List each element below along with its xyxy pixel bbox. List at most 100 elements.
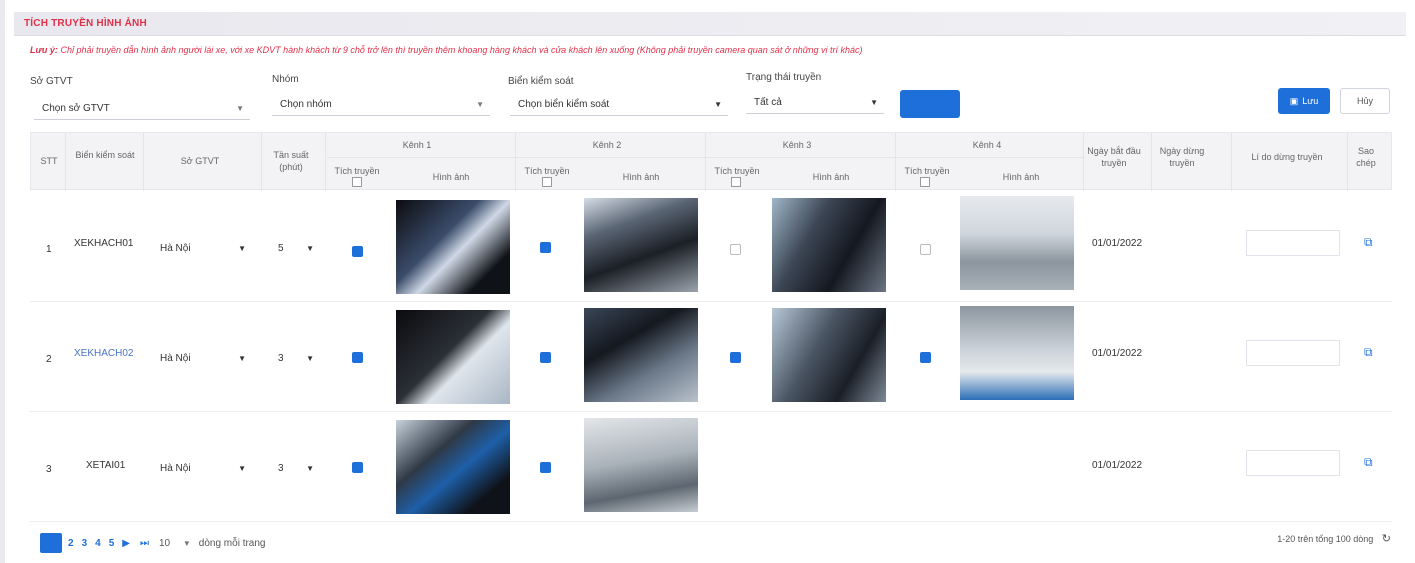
chevron-down-icon: ▼	[306, 354, 314, 363]
department-filter-label: Sở GTVT	[30, 76, 73, 87]
note-text: Chỉ phải truyền dẫn hình ảnh người lái x…	[60, 45, 863, 55]
header-transmit-3: Tích truyền	[714, 166, 760, 176]
header-channel-1: Kênh 1	[402, 140, 432, 150]
page-size-value: 10	[158, 537, 171, 549]
summary-text: 1-20 trên tổng 100 dòng	[1277, 534, 1374, 544]
page-size-label: dòng mỗi trang	[198, 537, 266, 549]
channel-2-checkbox[interactable]	[540, 242, 551, 253]
refresh-icon[interactable]: ↻	[1382, 533, 1391, 545]
channel-1-checkbox[interactable]	[352, 462, 363, 473]
last-page-icon[interactable]: ⏭	[140, 538, 149, 549]
channel-3-image[interactable]	[772, 308, 886, 402]
channel-1-checkbox[interactable]	[352, 246, 363, 257]
channel-1-image[interactable]	[396, 310, 510, 404]
page-size-select[interactable]: 10 ▼	[159, 538, 191, 549]
header-frequency: Tần suất (phút)	[273, 150, 309, 172]
row-frequency-value: 3	[278, 353, 284, 364]
row-plate: XETAI01	[86, 460, 126, 471]
channel-2-checkbox[interactable]	[540, 462, 551, 473]
reason-input[interactable]	[1246, 230, 1340, 256]
page-button[interactable]: 5	[109, 538, 115, 549]
row-frequency-value: 3	[278, 463, 284, 474]
header-transmit-1: Tích truyền	[334, 166, 380, 176]
channel-3-image[interactable]	[772, 198, 886, 292]
row-department-select[interactable]: Hà Nội ▼	[152, 238, 252, 260]
header-image-4: Hình ảnh	[1002, 172, 1040, 182]
chevron-down-icon: ▼	[238, 244, 246, 253]
channel-2-image[interactable]	[584, 308, 698, 402]
chevron-down-icon: ▼	[714, 100, 722, 109]
row-department-select[interactable]: Hà Nội ▼	[152, 458, 252, 480]
channel-1-image[interactable]	[396, 200, 510, 294]
table-row: 3 XETAI01 Hà Nội ▼ 3 ▼ 01/01/2022 ⧉	[30, 412, 1392, 522]
header-channel-2: Kênh 2	[592, 140, 622, 150]
channel-4-checkbox[interactable]	[920, 352, 931, 363]
group-select-value: Chọn nhóm	[280, 99, 332, 110]
channel-2-checkbox[interactable]	[540, 352, 551, 363]
page-button[interactable]: 2	[68, 538, 74, 549]
col-divider	[261, 133, 262, 191]
chevron-down-icon: ▼	[238, 464, 246, 473]
status-select[interactable]: Tất cả ▼	[746, 92, 884, 114]
chevron-down-icon: ▼	[306, 244, 314, 253]
chevron-down-icon: ▼	[306, 464, 314, 473]
header-department: Sở GTVT	[180, 156, 220, 166]
chevron-down-icon: ▼	[476, 100, 484, 109]
header-image-2: Hình ảnh	[622, 172, 660, 182]
next-page-icon[interactable]: ▶	[122, 538, 130, 549]
channel-3-checkbox[interactable]	[730, 244, 741, 255]
select-all-channel-3-checkbox[interactable]	[731, 177, 741, 187]
header-stt: STT	[40, 156, 58, 166]
page-button-active[interactable]	[40, 533, 62, 553]
select-all-channel-2-checkbox[interactable]	[542, 177, 552, 187]
chevron-down-icon: ▼	[238, 354, 246, 363]
reason-input[interactable]	[1246, 450, 1340, 476]
row-department-value: Hà Nội	[160, 243, 191, 254]
chevron-down-icon: ▼	[870, 98, 878, 107]
status-filter-label: Trạng thái truyền	[746, 72, 822, 83]
save-button[interactable]: ▣ Lưu	[1278, 88, 1330, 114]
row-start-date: 01/01/2022	[1092, 460, 1143, 471]
col-divider	[143, 133, 144, 191]
channel-2-image[interactable]	[584, 198, 698, 292]
copy-icon[interactable]: ⧉	[1364, 236, 1376, 248]
search-button[interactable]	[900, 90, 960, 118]
reason-input[interactable]	[1246, 340, 1340, 366]
table-header: STT Biển kiểm soát Sở GTVT Tần suất (phú…	[30, 132, 1392, 191]
col-divider	[1347, 133, 1348, 191]
col-divider	[705, 133, 706, 191]
channel-4-image[interactable]	[960, 196, 1074, 290]
channel-4-image[interactable]	[960, 306, 1074, 400]
header-image-1: Hình ảnh	[432, 172, 470, 182]
cancel-button[interactable]: Hủy	[1340, 88, 1390, 114]
group-filter-label: Nhóm	[272, 74, 299, 85]
col-divider	[1151, 133, 1152, 191]
department-select[interactable]: Chọn sở GTVT ▼	[34, 98, 250, 120]
header-stop-date: Ngày dừng truyền	[1159, 146, 1205, 168]
page-button[interactable]: 4	[95, 538, 101, 549]
channel-1-image[interactable]	[396, 420, 510, 514]
copy-icon[interactable]: ⧉	[1364, 456, 1376, 468]
plate-select[interactable]: Chọn biển kiểm soát ▼	[510, 94, 728, 116]
select-all-channel-4-checkbox[interactable]	[920, 177, 930, 187]
pagination-summary: 1-20 trên tổng 100 dòng ↻	[1277, 532, 1391, 545]
row-frequency-select[interactable]: 3 ▼	[270, 348, 320, 370]
status-select-value: Tất cả	[754, 97, 782, 108]
channel-2-image[interactable]	[584, 418, 698, 512]
copy-icon[interactable]: ⧉	[1364, 346, 1376, 358]
row-frequency-select[interactable]: 5 ▼	[270, 238, 320, 260]
channel-4-checkbox[interactable]	[920, 244, 931, 255]
table-row: 1 XEKHACH01 Hà Nội ▼ 5 ▼ 01/01/2022 ⧉	[30, 192, 1392, 302]
pagination: 2 3 4 5 ▶ ⏭ 10 ▼ dòng mỗi trang	[40, 533, 266, 553]
header-plate: Biển kiểm soát	[75, 150, 135, 160]
page-button[interactable]: 3	[82, 538, 88, 549]
channel-1-checkbox[interactable]	[352, 352, 363, 363]
group-select[interactable]: Chọn nhóm ▼	[272, 94, 490, 116]
row-plate[interactable]: XEKHACH02	[74, 348, 133, 359]
row-department-value: Hà Nội	[160, 353, 191, 364]
row-department-select[interactable]: Hà Nội ▼	[152, 348, 252, 370]
row-frequency-select[interactable]: 3 ▼	[270, 458, 320, 480]
select-all-channel-1-checkbox[interactable]	[352, 177, 362, 187]
header-reason: Lí do dừng truyền	[1251, 152, 1323, 162]
channel-3-checkbox[interactable]	[730, 352, 741, 363]
